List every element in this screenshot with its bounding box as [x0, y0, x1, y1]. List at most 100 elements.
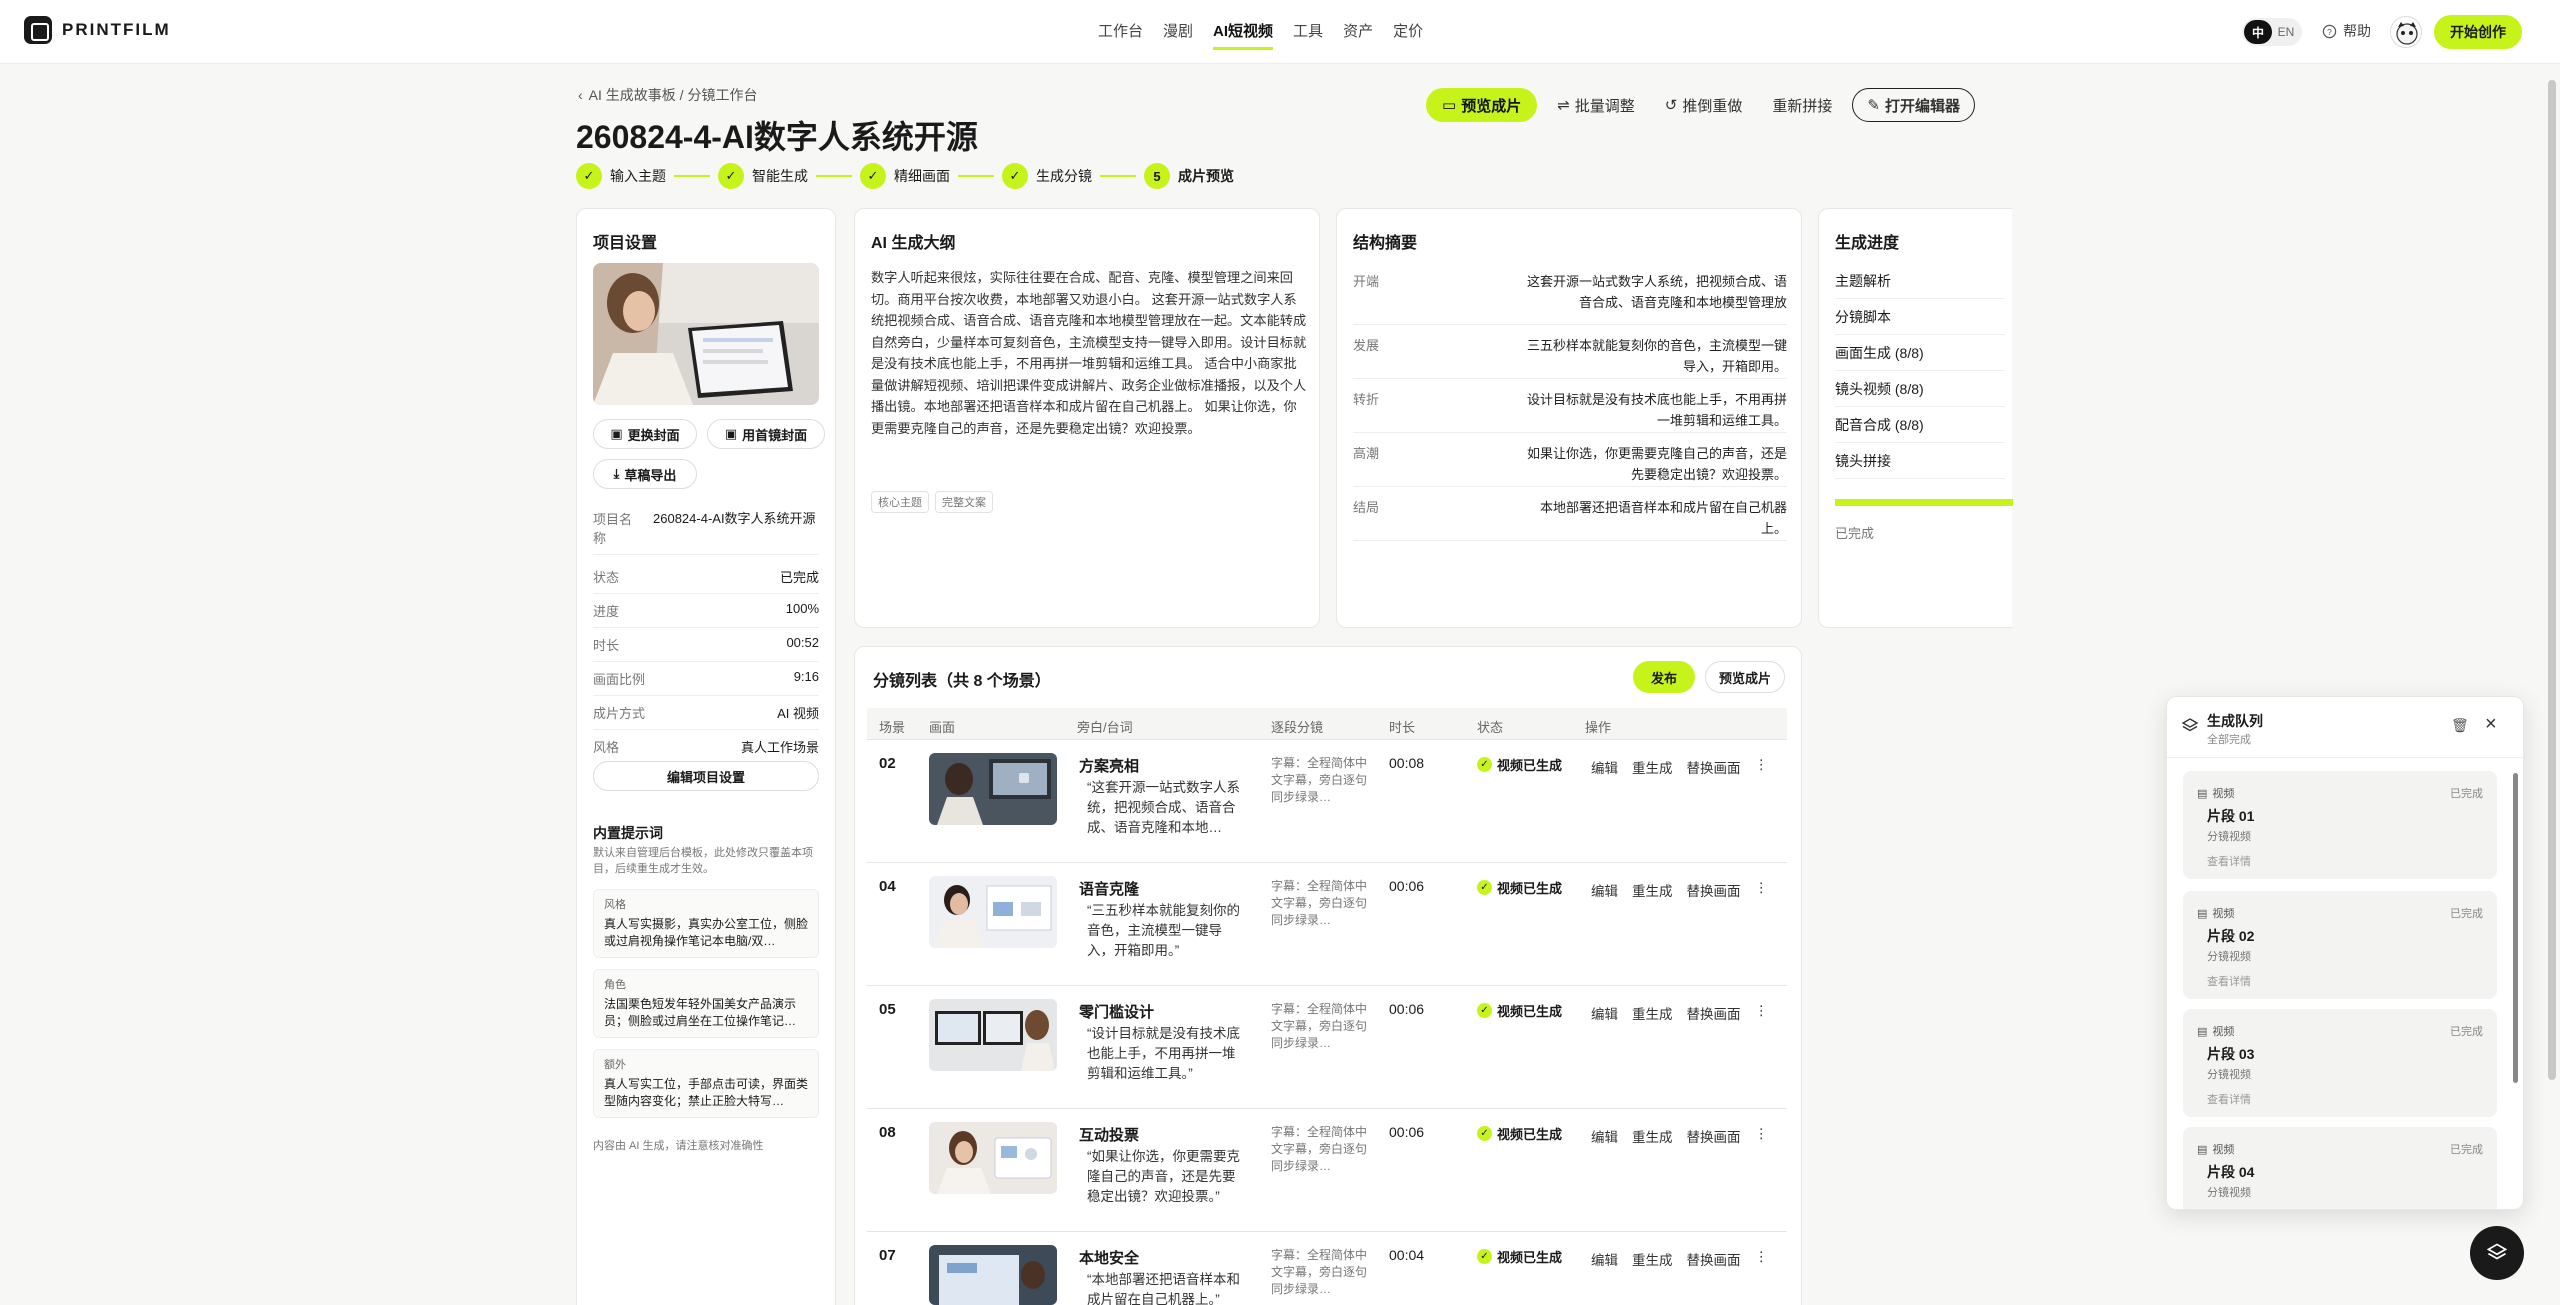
nav-item[interactable]: 资产 — [1343, 20, 1373, 50]
pencil-icon: ✎ — [1867, 97, 1880, 114]
nav-item[interactable]: 漫剧 — [1163, 20, 1193, 50]
replace-image-button[interactable]: 替换画面 — [1687, 1126, 1741, 1146]
table-row[interactable]: 08 互动投票 “如果让你选，你更需要克隆自己的声音，还是先要稳定出镜？欢迎投票… — [867, 1110, 1787, 1232]
replace-image-button[interactable]: 替换画面 — [1687, 880, 1741, 900]
help-icon: ? — [2322, 24, 2337, 38]
help-link[interactable]: ? 帮助 — [2322, 21, 2371, 41]
settings-title: 项目设置 — [593, 235, 658, 252]
lang-zh[interactable]: 中 — [2244, 20, 2272, 44]
lang-en[interactable]: EN — [2272, 20, 2300, 44]
shot-name: 零门槛设计 — [1079, 1004, 1155, 1021]
table-row[interactable]: 02 方案亮相 “这套开源一站式数字人系统，把视频合成、语音合成、语音克隆和本地… — [867, 741, 1787, 863]
regenerate-button[interactable]: 重生成 — [1632, 1003, 1673, 1023]
nav-item[interactable]: 工作台 — [1098, 20, 1143, 50]
avatar[interactable] — [2390, 16, 2422, 48]
trash-icon[interactable]: 🗑 — [2451, 717, 2469, 734]
project-settings-panel: 项目设置 ▣ 更换封面 ▣ 用首镜封面 ⤓ 草稿导出 项目名称 260824-4-AI数… — [576, 208, 836, 1305]
shot-thumbnail[interactable] — [929, 1245, 1057, 1305]
more-icon[interactable]: ⋮ — [1755, 1126, 1769, 1146]
structure-row: 开端 这套开源一站式数字人系统，把视频合成、语音合成、语音克隆和本地模型管理放 — [1353, 271, 1787, 325]
scrollbar[interactable] — [2513, 773, 2518, 1083]
start-create-button[interactable]: 开始创作 — [2434, 15, 2522, 49]
scene-number: 04 — [879, 878, 896, 895]
check-icon: ✓ — [718, 163, 744, 189]
table-row[interactable]: 05 零门槛设计 “设计目标就是没有技术底也能上手，不用再拼一堆剪辑和运维工具。… — [867, 987, 1787, 1109]
nav-item[interactable]: 工具 — [1293, 20, 1323, 50]
nav-item[interactable]: 定价 — [1393, 20, 1423, 50]
shot-thumbnail[interactable] — [929, 753, 1057, 825]
queue-item-title: 片段 04 — [2207, 1164, 2255, 1180]
export-draft-button[interactable]: ⤓ 草稿导出 — [593, 459, 697, 489]
page-scrollbar[interactable] — [2548, 80, 2556, 1080]
close-icon[interactable]: × — [2485, 713, 2497, 736]
prompt-card-role[interactable]: 角色 法国栗色短发年轻外国美女产品演示员；侧脸或过肩坐在工位操作笔记… — [593, 969, 819, 1038]
sliders-icon: ⇌ — [1557, 97, 1570, 114]
table-row[interactable]: 04 语音克隆 “三五秒样本就能复刻你的音色，主流模型一键导入，开箱即用。” 字… — [867, 864, 1787, 986]
shot-thumbnail[interactable] — [929, 1122, 1057, 1194]
step-connector — [674, 175, 710, 177]
type-label: 视频 — [2212, 908, 2235, 920]
queue-item-type: ▤ 视频 — [2197, 785, 2234, 801]
progress-step: 配音合成 (8/8) — [1835, 407, 2005, 443]
restitch-button[interactable]: 重新拼接 — [1762, 88, 1842, 122]
queue-item[interactable]: ▤ 视频 已完成 片段 04 分镜视频 — [2183, 1127, 2497, 1209]
preview-button[interactable]: ▭ 预览成片 — [1426, 88, 1538, 122]
queue-item[interactable]: ▤ 视频 已完成 片段 01 分镜视频 查看详情 — [2183, 771, 2497, 879]
replace-image-button[interactable]: 替换画面 — [1687, 757, 1741, 777]
batch-adjust-button[interactable]: ⇌ 批量调整 — [1547, 88, 1645, 122]
rollback-button[interactable]: ↺ 推倒重做 — [1655, 88, 1753, 122]
edit-settings-button[interactable]: 编辑项目设置 — [593, 761, 819, 791]
edit-button[interactable]: 编辑 — [1591, 880, 1618, 900]
queue-title: 生成队列 — [2207, 713, 2263, 729]
prompt-card-style[interactable]: 风格 真人写实摄影，真实办公室工位，侧脸或过肩视角操作笔记本电脑/双… — [593, 889, 819, 958]
language-toggle[interactable]: 中 EN — [2242, 18, 2302, 46]
step-number: 5 — [1144, 163, 1170, 189]
view-details-link[interactable]: 查看详情 — [2207, 1091, 2251, 1107]
prompt-card-extra[interactable]: 额外 真人写实工位，手部点击可读，界面类型随内容变化；禁止正脸大特写… — [593, 1049, 819, 1118]
table-row[interactable]: 07 本地安全 “本地部署还把语音样本和成片留在自己机器上。” 字幕：全程简体中… — [867, 1233, 1787, 1305]
shot-thumbnail[interactable] — [929, 876, 1057, 948]
nav-item-active[interactable]: AI短视频 — [1213, 20, 1274, 50]
edit-button[interactable]: 编辑 — [1591, 1003, 1618, 1023]
edit-button[interactable]: 编辑 — [1591, 757, 1618, 777]
publish-button[interactable]: 发布 — [1633, 661, 1695, 693]
scene-number: 02 — [879, 755, 896, 772]
queue-item[interactable]: ▤ 视频 已完成 片段 03 分镜视频 查看详情 — [2183, 1009, 2497, 1117]
image-icon: ▣ — [724, 426, 738, 441]
preview-film-button[interactable]: 预览成片 — [1705, 661, 1785, 693]
progress-step: 主题解析 — [1835, 263, 2005, 299]
regenerate-button[interactable]: 重生成 — [1632, 1249, 1673, 1269]
queue-toggle-button[interactable] — [2470, 1226, 2524, 1280]
queue-item[interactable]: ▤ 视频 已完成 片段 02 分镜视频 查看详情 — [2183, 891, 2497, 999]
breadcrumb[interactable]: ‹ AI 生成故事板 / 分镜工作台 — [578, 85, 757, 105]
main-nav: 工作台 漫剧 AI短视频 工具 资产 定价 — [1098, 20, 1423, 50]
replace-image-button[interactable]: 替换画面 — [1687, 1249, 1741, 1269]
logo[interactable]: PRINTFILM — [24, 16, 171, 44]
more-icon[interactable]: ⋮ — [1755, 1249, 1769, 1269]
replace-image-button[interactable]: 替换画面 — [1687, 1003, 1741, 1023]
field-output-mode: 成片方式 AI 视频 — [593, 703, 819, 730]
more-icon[interactable]: ⋮ — [1755, 1003, 1769, 1023]
view-details-link[interactable]: 查看详情 — [2207, 853, 2251, 869]
shot-name: 本地安全 — [1079, 1250, 1140, 1267]
regenerate-button[interactable]: 重生成 — [1632, 757, 1673, 777]
ai-disclaimer: 内容由 AI 生成，请注意核对准确性 — [593, 1140, 764, 1152]
more-icon[interactable]: ⋮ — [1755, 880, 1769, 900]
queue-item-title: 片段 02 — [2207, 928, 2255, 944]
column-header: 旁白/台词 — [1077, 720, 1133, 735]
regenerate-button[interactable]: 重生成 — [1632, 1126, 1673, 1146]
use-first-shot-cover-button[interactable]: ▣ 用首镜封面 — [707, 419, 825, 449]
change-cover-button[interactable]: ▣ 更换封面 — [593, 419, 697, 449]
open-editor-button[interactable]: ✎ 打开编辑器 — [1852, 88, 1975, 122]
shot-narration: “三五秒样本就能复刻你的音色，主流模型一键导入，开箱即用。” — [1087, 903, 1240, 958]
shot-breakdown: 字幕：全程简体中文字幕，旁白逐句同步绿录… — [1271, 1248, 1367, 1296]
view-details-link[interactable]: 查看详情 — [2207, 973, 2251, 989]
regenerate-button[interactable]: 重生成 — [1632, 880, 1673, 900]
shot-thumbnail[interactable] — [929, 999, 1057, 1071]
more-icon[interactable]: ⋮ — [1755, 757, 1769, 777]
structure-label: 结局 — [1353, 500, 1380, 515]
field-label: 进度 — [593, 604, 620, 619]
edit-button[interactable]: 编辑 — [1591, 1126, 1618, 1146]
structure-row: 转折 设计目标就是没有技术底也能上手，不用再拼一堆剪辑和运维工具。 — [1353, 379, 1787, 433]
edit-button[interactable]: 编辑 — [1591, 1249, 1618, 1269]
